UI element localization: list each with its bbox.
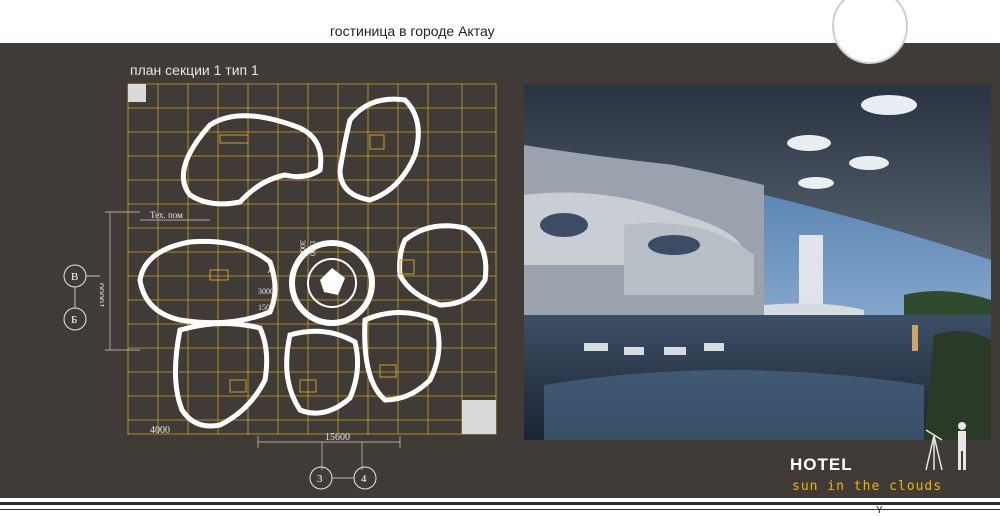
page-title: гостиница в городе Актау — [330, 23, 495, 39]
floor-plan-drawing: Тех. пом 3000 1500 3000 1500 16000 4000 … — [100, 83, 497, 470]
dim-3000: 3000 — [298, 240, 307, 256]
tech-room-label: Тех. пом — [150, 210, 183, 220]
axis-label-4: 4 — [361, 473, 367, 485]
plan-walls — [137, 96, 489, 429]
dim-1500: 1500 — [308, 240, 317, 256]
dim-4000: 4000 — [150, 425, 170, 436]
footer-rule-thick — [0, 502, 1000, 505]
axis-label-b: Б — [71, 314, 77, 326]
axis-label-v: В — [71, 271, 78, 283]
axis-label-3: 3 — [317, 473, 323, 485]
dim-16000: 16000 — [100, 283, 107, 308]
footer-mark: Y — [876, 505, 883, 516]
telescope-person-icon — [925, 422, 966, 471]
axis-marker-a: А — [268, 266, 274, 275]
brand-hotel-word: HOTEL — [790, 455, 853, 474]
brand-tagline: sun in the clouds — [792, 479, 943, 494]
footer-rule-thin — [0, 509, 1000, 510]
plan-subtitle: план секции 1 тип 1 — [130, 62, 259, 78]
plan-corner-square-br — [462, 400, 496, 434]
axis-bubbles-bottom: 3 4 — [309, 466, 377, 490]
hotel-render-image — [524, 85, 991, 440]
dim-15600: 15600 — [325, 432, 350, 443]
axis-bubbles-left: В Б — [63, 264, 100, 331]
dim-3000-lower: 3000 — [258, 287, 274, 296]
plan-corner-square-tl — [128, 84, 146, 102]
dim-1500-lower: 1500 — [258, 303, 274, 312]
